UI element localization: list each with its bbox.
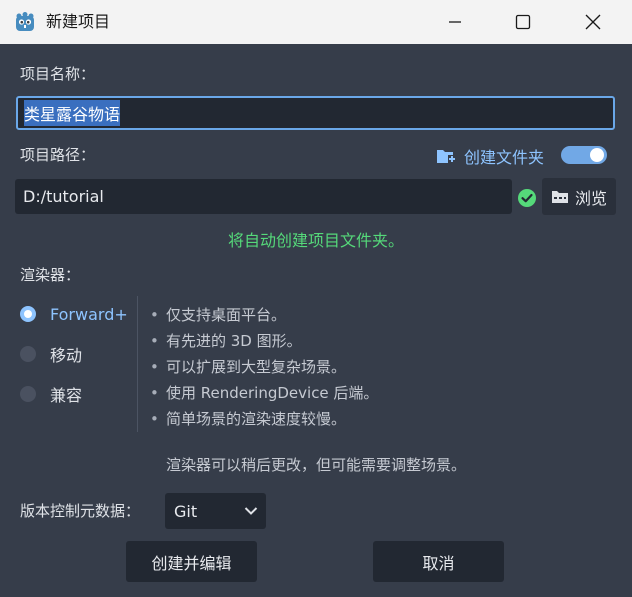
project-name-input[interactable]: 类星露谷物语 [16, 96, 615, 130]
chevron-down-icon [244, 507, 258, 515]
renderer-option-compatibility[interactable]: 兼容 [20, 382, 82, 406]
project-name-value: 类星露谷物语 [24, 100, 121, 126]
create-and-edit-button[interactable]: 创建并编辑 [126, 541, 257, 582]
radio-selected-icon [20, 306, 36, 322]
maximize-button[interactable] [488, 0, 558, 44]
renderer-divider [137, 296, 138, 432]
window-title: 新建项目 [46, 12, 111, 31]
renderer-option-forward-plus[interactable]: Forward+ [20, 302, 128, 326]
project-name-label: 项目名称： [20, 65, 96, 83]
feature-item: • 有先进的 3D 图形。 [150, 332, 302, 350]
renderer-note: 渲染器可以稍后更改，但可能需要调整场景。 [165, 456, 466, 474]
feature-item: • 使用 RenderingDevice 后端。 [150, 384, 379, 402]
close-icon [585, 14, 601, 30]
feature-item: • 可以扩展到大型复杂场景。 [150, 358, 347, 376]
renderer-label: 渲染器： [20, 266, 81, 284]
renderer-option-label: 移动 [50, 346, 83, 365]
dialog-content: 项目名称： 类星露谷物语 项目路径： 创建文件夹 D:/tutorial 浏览 … [0, 44, 632, 597]
vcs-select[interactable]: Git [165, 493, 266, 529]
minimize-button[interactable] [420, 0, 490, 44]
maximize-icon [515, 14, 531, 30]
folder-browse-icon [551, 190, 568, 203]
radio-unselected-icon [20, 346, 36, 362]
create-folder-toggle[interactable] [561, 146, 607, 164]
minimize-icon [449, 21, 461, 23]
title-bar: 新建项目 [0, 0, 632, 44]
cancel-button[interactable]: 取消 [373, 541, 504, 582]
folder-add-icon [437, 150, 456, 163]
godot-icon [16, 12, 34, 31]
renderer-option-mobile[interactable]: 移动 [20, 342, 82, 366]
create-folder-label: 创建文件夹 [464, 148, 545, 167]
renderer-features: • 仅支持桌面平台。 • 有先进的 3D 图形。 • 可以扩展到大型复杂场景。 • 使用… [150, 302, 378, 432]
create-folder-option[interactable]: 创建文件夹 [436, 145, 544, 167]
feature-item: • 简单场景的渲染速度较慢。 [150, 410, 347, 428]
create-and-edit-label: 创建并编辑 [151, 553, 232, 573]
vcs-label: 版本控制元数据： [20, 502, 141, 520]
cancel-label: 取消 [422, 553, 455, 573]
close-button[interactable] [558, 0, 628, 44]
browse-button[interactable]: 浏览 [542, 178, 616, 215]
project-path-input[interactable]: D:/tutorial [15, 179, 512, 214]
toggle-knob [590, 148, 604, 162]
renderer-option-label: Forward+ [50, 304, 128, 324]
browse-label: 浏览 [574, 188, 607, 208]
feature-item: • 仅支持桌面平台。 [150, 306, 287, 324]
project-path-label: 项目路径： [20, 146, 96, 164]
vcs-selected-value: Git [174, 501, 198, 521]
radio-unselected-icon [20, 386, 36, 402]
path-status: 将自动创建项目文件夹。 [227, 231, 404, 250]
renderer-option-label: 兼容 [50, 386, 83, 405]
check-circle-icon [518, 189, 536, 207]
project-path-value: D:/tutorial [23, 187, 104, 206]
